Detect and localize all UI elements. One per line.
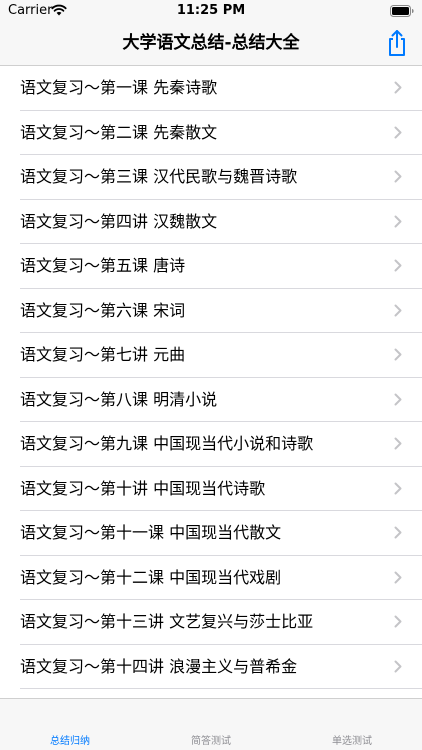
list-item-label: 语文复习～第二课 先秦散文 bbox=[20, 122, 218, 142]
clock: 11:25 PM bbox=[176, 3, 246, 18]
battery-icon bbox=[390, 5, 414, 17]
chevron-right-icon bbox=[394, 482, 402, 494]
list-item-label: 语文复习～第十二课 中国现当代戏剧 bbox=[20, 567, 282, 587]
navigation-bar: 大学语文总结-总结大全 bbox=[0, 22, 422, 66]
chevron-right-icon bbox=[394, 526, 402, 539]
tab-label: 总结归纳 bbox=[50, 736, 90, 747]
list-item-label: 语文复习～第十四讲 浪漫主义与普希金 bbox=[20, 656, 298, 676]
list-item[interactable]: 语文复习～第十四讲 浪漫主义与普希金 bbox=[0, 645, 422, 690]
page-title: 大学语文总结-总结大全 bbox=[122, 33, 300, 53]
chevron-right-icon bbox=[394, 259, 402, 272]
lesson-list: 语文复习～第一课 先秦诗歌 语文复习～第二课 先秦散文 语文复习～第三课 汉代民… bbox=[0, 66, 422, 698]
list-item[interactable]: 语文复习～第五课 唐诗 bbox=[0, 244, 422, 289]
list-item[interactable]: 语文复习～第十讲 中国现当代诗歌 bbox=[0, 467, 422, 512]
list-item-label: 语文复习～第一课 先秦诗歌 bbox=[20, 78, 218, 97]
chevron-right-icon bbox=[394, 81, 402, 94]
chevron-right-icon bbox=[394, 348, 402, 361]
chevron-right-icon bbox=[394, 215, 402, 227]
list-item[interactable]: 语文复习～第四讲 汉魏散文 bbox=[0, 200, 422, 245]
chevron-right-icon bbox=[394, 660, 402, 672]
list-item-label: 语文复习～第十讲 中国现当代诗歌 bbox=[20, 478, 266, 498]
chevron-right-icon bbox=[394, 615, 402, 628]
tab-bar: 总结归纳 简答测试 单选测试 bbox=[0, 698, 422, 750]
chevron-right-icon bbox=[394, 126, 402, 138]
list-item-label: 语文复习～第六课 宋词 bbox=[20, 300, 186, 320]
list-item[interactable]: 语文复习～第二课 先秦散文 bbox=[0, 111, 422, 156]
list-item[interactable]: 语文复习～第十一课 中国现当代散文 bbox=[0, 511, 422, 556]
list-item-label: 语文复习～第十三讲 文艺复兴与莎士比亚 bbox=[20, 612, 314, 631]
list-item-label: 语文复习～第四讲 汉魏散文 bbox=[20, 211, 218, 231]
tab-label: 单选测试 bbox=[332, 736, 372, 747]
tab-summary[interactable]: 总结归纳 bbox=[0, 699, 140, 750]
chevron-right-icon bbox=[394, 571, 402, 583]
chevron-right-icon bbox=[394, 304, 402, 316]
chevron-right-icon bbox=[394, 437, 402, 450]
tab-short-answer-test[interactable]: 简答测试 bbox=[141, 699, 281, 750]
list-item[interactable]: 语文复习～第十三讲 文艺复兴与莎士比亚 bbox=[0, 600, 422, 645]
list-item[interactable]: 语文复习～第六课 宋词 bbox=[0, 289, 422, 334]
tab-single-choice-test[interactable]: 单选测试 bbox=[282, 699, 422, 750]
list-item-label: 语文复习～第九课 中国现当代小说和诗歌 bbox=[20, 434, 314, 453]
chevron-right-icon bbox=[394, 393, 402, 405]
list-item-label: 语文复习～第八课 明清小说 bbox=[20, 389, 218, 409]
tab-label: 简答测试 bbox=[191, 736, 231, 747]
list-item[interactable]: 语文复习～第八课 明清小说 bbox=[0, 378, 422, 423]
list-item-label: 语文复习～第三课 汉代民歌与魏晋诗歌 bbox=[20, 167, 298, 186]
list-item[interactable]: 语文复习～第十二课 中国现当代戏剧 bbox=[0, 556, 422, 601]
list-item-label: 语文复习～第十一课 中国现当代散文 bbox=[20, 523, 282, 542]
list-item[interactable]: 语文复习～第三课 汉代民歌与魏晋诗歌 bbox=[0, 155, 422, 200]
list-item-label: 语文复习～第五课 唐诗 bbox=[20, 256, 186, 275]
list-item[interactable]: 语文复习～第九课 中国现当代小说和诗歌 bbox=[0, 422, 422, 467]
list-item[interactable]: 语文复习～第七讲 元曲 bbox=[0, 333, 422, 378]
list-item[interactable]: 语文复习～第一课 先秦诗歌 bbox=[0, 66, 422, 111]
status-bar: Carrier 11:25 PM bbox=[0, 0, 422, 22]
list-item-label: 语文复习～第七讲 元曲 bbox=[20, 345, 186, 364]
share-icon[interactable] bbox=[382, 28, 412, 58]
chevron-right-icon bbox=[394, 170, 402, 183]
